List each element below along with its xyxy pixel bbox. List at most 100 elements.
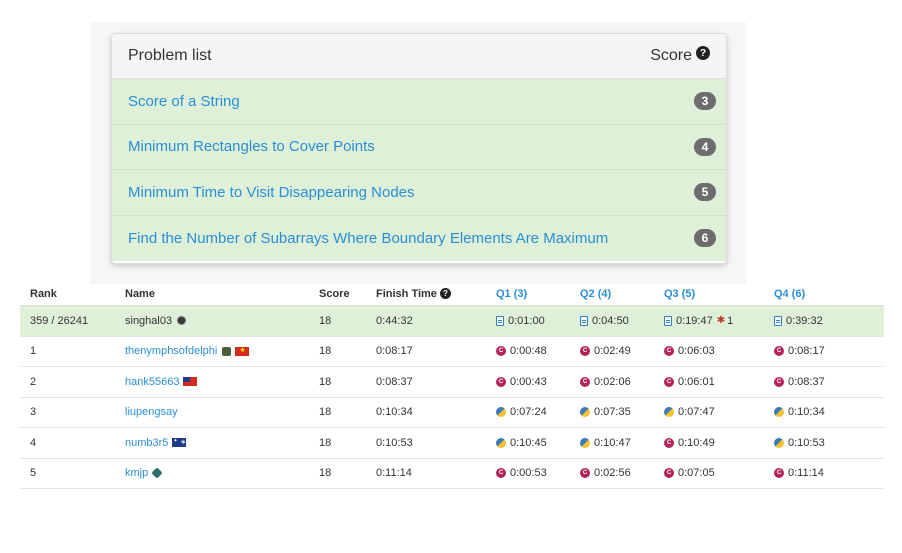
- name-cell: thenymphsofdelphi: [125, 345, 250, 357]
- q4-time: 0:10:53: [788, 436, 825, 449]
- problem-link[interactable]: Find the Number of Subarrays Where Bound…: [128, 230, 608, 247]
- question-circle-icon[interactable]: ?: [439, 288, 451, 299]
- problem-score-badge: 3: [694, 92, 716, 111]
- bug-icon: ✱: [716, 315, 726, 327]
- q1-header[interactable]: Q1 (3): [496, 288, 527, 300]
- cpp-icon: C: [580, 346, 590, 357]
- problem-row: Find the Number of Subarrays Where Bound…: [112, 215, 726, 261]
- problem-link[interactable]: Minimum Time to Visit Disappearing Nodes: [128, 184, 415, 201]
- q2-header[interactable]: Q2 (4): [580, 288, 611, 300]
- q2-cell[interactable]: C 0:02:06: [580, 376, 631, 388]
- q1-cell[interactable]: 0:10:45: [496, 437, 547, 449]
- python-icon: [580, 407, 590, 418]
- q4-cell[interactable]: 0:10:53: [774, 437, 825, 449]
- q2-cell[interactable]: C 0:02:49: [580, 345, 631, 357]
- python-icon: [580, 437, 590, 448]
- q3-cell[interactable]: C 0:10:49: [664, 437, 715, 449]
- q2-cell[interactable]: 0:10:47: [580, 437, 631, 449]
- cpp-icon: C: [496, 468, 506, 479]
- user-name[interactable]: thenymphsofdelphi: [125, 345, 217, 357]
- finish-time-cell: 0:11:14: [376, 467, 412, 480]
- cpp-icon: C: [774, 346, 784, 357]
- problem-list-panel: Problem list Score ? Score of a String 3…: [111, 33, 727, 264]
- q1-time: 0:00:48: [510, 345, 547, 358]
- score-cell: 18: [319, 436, 332, 449]
- rank-cell: 359 / 26241: [30, 314, 89, 327]
- score-cell: 18: [319, 375, 332, 388]
- finish-time-label: Finish Time: [376, 287, 437, 300]
- q2-cell[interactable]: 0:07:35: [580, 406, 631, 418]
- q3-cell[interactable]: 0:19:47 ✱ 1: [664, 315, 733, 327]
- question-circle-icon[interactable]: ?: [696, 46, 710, 60]
- name-cell: hank55663: [125, 376, 198, 388]
- q2-time: 0:04:50: [592, 314, 629, 327]
- q1-cell[interactable]: C 0:00:48: [496, 345, 547, 357]
- cpp-icon: C: [580, 468, 590, 479]
- finish-time-cell: 0:10:53: [376, 436, 413, 449]
- q1-cell[interactable]: 0:01:00: [496, 315, 545, 327]
- q3-time: 0:10:49: [678, 436, 715, 449]
- name-header: Name: [125, 287, 155, 300]
- q3-penalty: 1: [727, 314, 734, 327]
- q4-cell[interactable]: 0:39:32: [774, 315, 823, 327]
- python-icon: [496, 407, 506, 418]
- q4-cell[interactable]: 0:10:34: [774, 406, 825, 418]
- submission-doc-icon: [496, 315, 504, 326]
- user-name[interactable]: kmjp: [125, 467, 148, 479]
- cpp-icon: C: [496, 376, 506, 387]
- q4-header[interactable]: Q4 (6): [774, 288, 805, 300]
- finish-time-cell: 0:10:34: [376, 406, 413, 419]
- score-header: Score: [319, 287, 350, 300]
- q2-cell[interactable]: C 0:02:56: [580, 467, 631, 479]
- problem-row: Score of a String 3: [112, 79, 726, 125]
- problem-row: Minimum Rectangles to Cover Points 4: [112, 124, 726, 170]
- q4-cell[interactable]: C 0:08:37: [774, 376, 825, 388]
- cpp-icon: C: [774, 468, 784, 479]
- taiwan-flag-icon: [183, 377, 198, 387]
- cpp-icon: C: [664, 468, 674, 479]
- problem-score-badge: 6: [694, 229, 716, 248]
- q1-cell[interactable]: C 0:00:53: [496, 467, 547, 479]
- user-name[interactable]: hank55663: [125, 376, 179, 388]
- ranking-table: Rank Name Score Finish Time ? Q1 (3) Q2 …: [20, 282, 884, 497]
- q2-time: 0:02:56: [594, 467, 631, 480]
- problem-link[interactable]: Minimum Rectangles to Cover Points: [128, 138, 375, 155]
- score-cell: 18: [319, 467, 332, 480]
- q4-cell[interactable]: C 0:11:14: [774, 467, 824, 479]
- q2-cell[interactable]: 0:04:50: [580, 315, 629, 327]
- q4-time: 0:39:32: [786, 314, 823, 327]
- name-cell: numb3r5: [125, 437, 187, 449]
- q3-time: 0:07:47: [678, 406, 715, 419]
- q3-header[interactable]: Q3 (5): [664, 288, 695, 300]
- user-name[interactable]: singhal03: [125, 315, 172, 327]
- q1-cell[interactable]: C 0:00:43: [496, 376, 547, 388]
- cpp-icon: C: [496, 346, 506, 357]
- q1-cell[interactable]: 0:07:24: [496, 406, 547, 418]
- q1-time: 0:10:45: [510, 436, 547, 449]
- q3-time: 0:07:05: [678, 467, 715, 480]
- problem-link[interactable]: Score of a String: [128, 93, 240, 110]
- q3-time: 0:19:47: [676, 314, 713, 327]
- name-cell: liupengsay: [125, 406, 178, 418]
- q3-time: 0:06:03: [678, 345, 715, 358]
- name-cell: singhal03: [125, 315, 187, 327]
- python-icon: [664, 407, 674, 418]
- q3-cell[interactable]: C 0:06:03: [664, 345, 715, 357]
- q3-cell[interactable]: C 0:07:05: [664, 467, 715, 479]
- q2-time: 0:07:35: [594, 406, 631, 419]
- q3-cell[interactable]: 0:07:47: [664, 406, 715, 418]
- user-name[interactable]: numb3r5: [125, 437, 168, 449]
- user-name[interactable]: liupengsay: [125, 406, 178, 418]
- australia-flag-icon: [172, 438, 187, 448]
- q4-cell[interactable]: C 0:08:17: [774, 345, 825, 357]
- q1-time: 0:00:53: [510, 467, 547, 480]
- rank-header: Rank: [30, 287, 57, 300]
- submission-doc-icon: [664, 315, 672, 326]
- score-column-label: Score ?: [650, 46, 710, 65]
- table-row: 5 kmjp 18 0:11:14 C 0:00:53 C 0:02:56 C …: [20, 459, 884, 489]
- q2-time: 0:02:06: [594, 375, 631, 388]
- cpp-icon: C: [664, 376, 674, 387]
- q3-cell[interactable]: C 0:06:01: [664, 376, 715, 388]
- score-cell: 18: [319, 345, 332, 358]
- score-cell: 18: [319, 314, 332, 327]
